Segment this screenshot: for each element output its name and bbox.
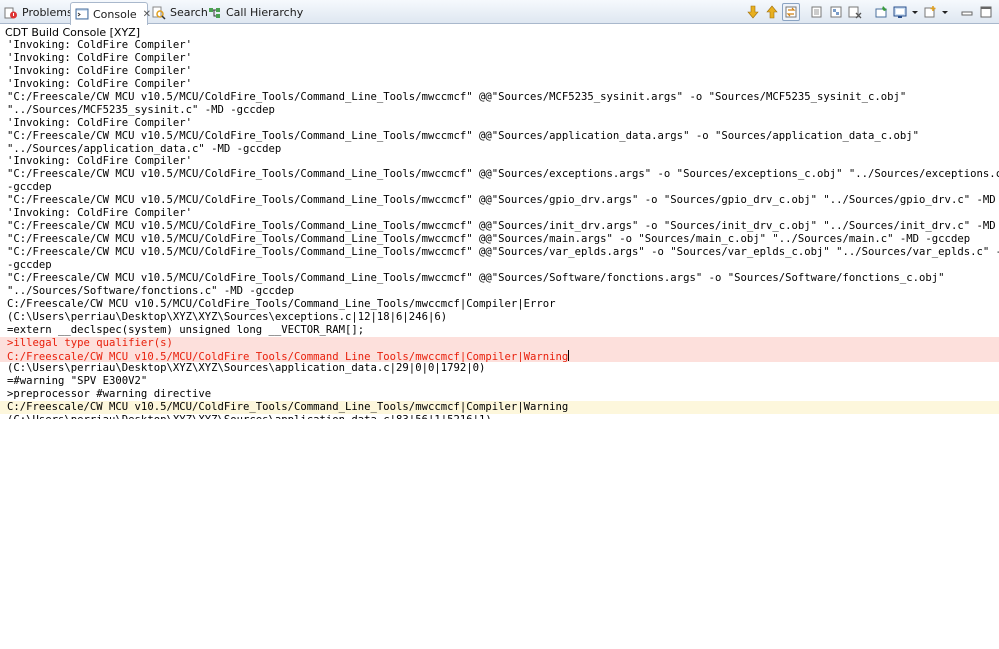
console-line: "C:/Freescale/CW MCU v10.5/MCU/ColdFire_… — [7, 220, 999, 233]
maximize-icon[interactable] — [977, 3, 995, 21]
console-line: >preprocessor #warning directive — [7, 388, 212, 401]
tab-call-hierarchy[interactable]: Call Hierarchy — [208, 2, 304, 23]
console-icon — [75, 7, 89, 21]
console-toolbar — [744, 3, 995, 21]
display-console-icon[interactable] — [891, 3, 909, 21]
console-line: C:/Freescale/CW MCU v10.5/MCU/ColdFire_T… — [7, 297, 556, 310]
console-line: 'Invoking: ColdFire Compiler' — [7, 64, 192, 77]
dropdown-arrow-icon[interactable] — [910, 3, 920, 21]
console-line: "C:/Freescale/CW MCU v10.5/MCU/ColdFire_… — [7, 194, 999, 207]
text-cursor — [568, 349, 570, 361]
dropdown-arrow-icon[interactable] — [940, 3, 950, 21]
console-line: (C:\Users\perriau\Desktop\XYZ\XYZ\Source… — [7, 362, 486, 375]
console-line: "../Sources/Software/fonctions.c" -MD -g… — [7, 284, 295, 297]
console-line: =#warning "SPV E300V2" — [7, 375, 148, 388]
console-line: "C:/Freescale/CW MCU v10.5/MCU/ColdFire_… — [7, 271, 945, 284]
problems-icon — [4, 6, 18, 20]
console-line: (C:\Users\perriau\Desktop\XYZ\XYZ\Source… — [7, 310, 448, 323]
clear-console-icon[interactable] — [808, 3, 826, 21]
console-line: -gccdep — [7, 181, 52, 194]
tab-console[interactable]: Console ✕ — [70, 2, 151, 25]
search-icon — [152, 6, 166, 20]
word-wrap-icon[interactable] — [827, 3, 845, 21]
console-line: 'Invoking: ColdFire Compiler' — [7, 39, 192, 51]
tab-search-label: Search — [170, 6, 208, 19]
console-line: C:/Freescale/CW MCU v10.5/MCU/ColdFire_T… — [0, 401, 999, 415]
tab-search[interactable]: Search — [152, 2, 208, 23]
console-line: "C:/Freescale/CW MCU v10.5/MCU/ColdFire_… — [7, 90, 907, 103]
console-line: 'Invoking: ColdFire Compiler' — [7, 77, 192, 90]
close-icon[interactable]: ✕ — [143, 9, 151, 20]
console-line: =extern __declspec(system) unsigned long… — [7, 323, 365, 336]
call-hierarchy-icon — [208, 6, 222, 20]
console-line: "C:/Freescale/CW MCU v10.5/MCU/ColdFire_… — [7, 246, 999, 258]
tab-problems[interactable]: Problems — [4, 2, 73, 23]
new-console-icon[interactable] — [921, 3, 939, 21]
console-line: "C:/Freescale/CW MCU v10.5/MCU/ColdFire_… — [7, 168, 999, 181]
console-line: 'Invoking: ColdFire Compiler' — [7, 51, 192, 64]
scroll-up-icon[interactable] — [763, 3, 781, 21]
console-line: >illegal type qualifier(s) — [0, 336, 999, 350]
tab-problems-label: Problems — [22, 6, 73, 19]
tab-console-label: Console — [93, 7, 137, 21]
console-line: C:/Freescale/CW MCU v10.5/MCU/ColdFire_T… — [0, 349, 999, 363]
tab-call-hierarchy-label: Call Hierarchy — [226, 6, 304, 19]
console-line: "../Sources/MCF5235_sysinit.c" -MD -gccd… — [7, 103, 275, 116]
console-output[interactable]: 'Invoking: ColdFire Compiler' 'Invoking: … — [0, 39, 999, 419]
pin-console-icon[interactable] — [872, 3, 890, 21]
console-line: 'Invoking: ColdFire Compiler' — [7, 116, 192, 129]
minimize-icon[interactable] — [958, 3, 976, 21]
console-line: "C:/Freescale/CW MCU v10.5/MCU/ColdFire_… — [7, 233, 971, 246]
console-line: "../Sources/application_data.c" -MD -gcc… — [7, 142, 282, 155]
console-line: "C:/Freescale/CW MCU v10.5/MCU/ColdFire_… — [7, 129, 920, 142]
scroll-down-icon[interactable] — [744, 3, 762, 21]
console-title: CDT Build Console [XYZ] — [5, 26, 141, 39]
remove-console-icon[interactable] — [846, 3, 864, 21]
scroll-lock-icon[interactable] — [782, 3, 800, 21]
console-line: 'Invoking: ColdFire Compiler' — [7, 155, 192, 168]
console-line: -gccdep — [7, 258, 52, 271]
console-line: (C:\Users\perriau\Desktop\XYZ\XYZ\Source… — [0, 414, 999, 419]
console-line: 'Invoking: ColdFire Compiler' — [7, 207, 192, 220]
view-tab-bar: Problems Console ✕ Search Call Hierarchy — [0, 0, 999, 25]
